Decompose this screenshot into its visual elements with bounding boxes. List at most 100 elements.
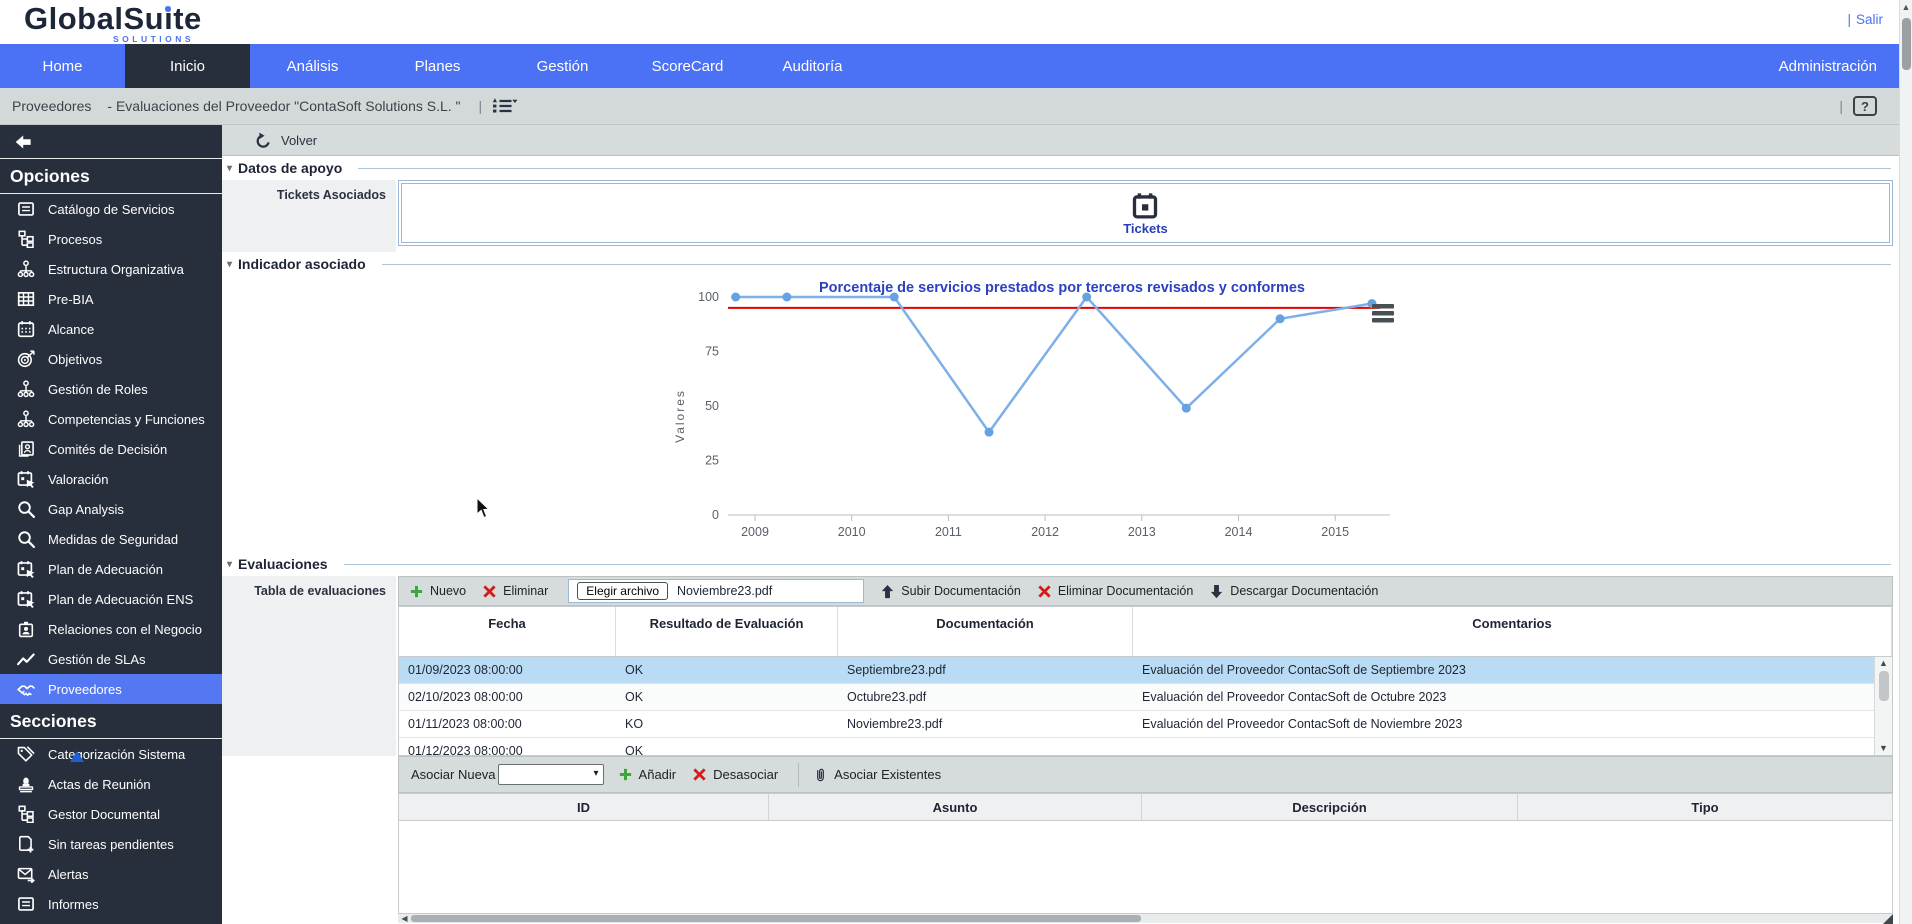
- nav-home[interactable]: Home: [0, 44, 125, 88]
- scroll-down-icon[interactable]: ▼: [1879, 743, 1888, 754]
- logout-link[interactable]: | Salir: [1847, 12, 1883, 27]
- sidebar-item-informes[interactable]: Informes: [0, 889, 222, 919]
- tickets-button[interactable]: Tickets: [1123, 191, 1168, 236]
- sidebar-item-comites-de-decision[interactable]: Comités de Decisión: [0, 434, 222, 464]
- sidebar-item-alcance[interactable]: Alcance: [0, 314, 222, 344]
- sidebar-item-label: Proveedores: [48, 681, 122, 697]
- evaluaciones-toolbar: Nuevo Eliminar Elegir archivo Noviembre2…: [398, 576, 1893, 606]
- scroll-up-icon[interactable]: ▲: [1879, 658, 1888, 669]
- scrollbar-thumb[interactable]: [411, 915, 1141, 922]
- column-header-comentarios: Comentarios: [1133, 607, 1892, 656]
- sidebar-item-alertas[interactable]: Alertas: [0, 859, 222, 889]
- eliminar-button[interactable]: Eliminar: [482, 584, 548, 599]
- anadir-label: Añadir: [638, 767, 677, 782]
- chart-menu-icon[interactable]: [1372, 304, 1394, 309]
- volver-button[interactable]: Volver: [255, 132, 317, 149]
- sidebar-item-relaciones-con-el-negocio[interactable]: Relaciones con el Negocio: [0, 614, 222, 644]
- sidebar-item-actas-de-reunion[interactable]: Actas de Reunión: [0, 769, 222, 799]
- top-header: GlobalSuıte SOLUTIONS | Salir: [0, 0, 1899, 44]
- x-icon: [692, 767, 707, 782]
- sidebar-item-medidas-de-seguridad[interactable]: Medidas de Seguridad: [0, 524, 222, 554]
- table-row[interactable]: 01/12/2023 08:00:00 OK: [399, 738, 1874, 755]
- anadir-button[interactable]: Añadir: [618, 767, 677, 782]
- scroll-up-icon[interactable]: ▲: [1900, 0, 1912, 14]
- sidebar-item-procesos[interactable]: Procesos: [0, 224, 222, 254]
- desasociar-button[interactable]: Desasociar: [692, 767, 778, 782]
- elegir-archivo-button[interactable]: Elegir archivo: [577, 582, 668, 600]
- sidebar-item-gestor-documental[interactable]: Gestor Documental: [0, 799, 222, 829]
- subir-documentacion-button[interactable]: Subir Documentación: [880, 584, 1021, 599]
- scrollbar-thumb[interactable]: [1902, 18, 1911, 70]
- salidas-table-header: ID Asunto Descripción Tipo: [398, 793, 1893, 821]
- page-vertical-scrollbar[interactable]: ▲: [1899, 0, 1912, 924]
- sidebar-item-gestion-de-slas[interactable]: Gestión de SLAs: [0, 644, 222, 674]
- sidebar-item-pre-bia[interactable]: Pre-BIA: [0, 284, 222, 314]
- chart-menu-icon[interactable]: [1372, 318, 1394, 323]
- badge-person-icon: [17, 620, 35, 638]
- svg-text:2012: 2012: [1031, 525, 1059, 539]
- breadcrumb-root[interactable]: Proveedores: [12, 98, 91, 114]
- section-indicador-asociado[interactable]: ▾ Indicador asociado: [222, 252, 1899, 276]
- nav-auditoria[interactable]: Auditoría: [750, 44, 875, 88]
- section-rule: [358, 167, 1891, 169]
- svg-text:2013: 2013: [1128, 525, 1156, 539]
- sidebar-item-categorizacion-sistema[interactable]: Categorización Sistema: [0, 739, 222, 769]
- sidebar-item-sin-tareas-pendientes[interactable]: Sin tareas pendientes: [0, 829, 222, 859]
- sidebar-item-competencias-y-funciones[interactable]: Competencias y Funciones: [0, 404, 222, 434]
- scroll-left-icon[interactable]: ◀: [398, 914, 411, 923]
- sidebar: Opciones Catálogo de Servicios Procesos …: [0, 125, 222, 924]
- org-people-icon: [17, 260, 35, 278]
- help-icon[interactable]: ?: [1853, 96, 1877, 116]
- volver-label: Volver: [281, 132, 318, 148]
- chart-menu-icon[interactable]: [1372, 311, 1394, 316]
- table-vertical-scrollbar[interactable]: ▲ ▼: [1874, 657, 1892, 755]
- asociar-existentes-button[interactable]: Asociar Existentes: [813, 767, 941, 782]
- section-datos-de-apoyo[interactable]: ▾ Datos de apoyo: [222, 156, 1899, 180]
- section-title: Datos de apoyo: [238, 160, 343, 176]
- globalsuite-logo: GlobalSuıte: [24, 1, 202, 37]
- sidebar-item-plan-de-adecuacion[interactable]: Plan de Adecuación: [0, 554, 222, 584]
- nav-scorecard[interactable]: ScoreCard: [625, 44, 750, 88]
- logout-label[interactable]: Salir: [1856, 12, 1883, 27]
- toolbar-divider: [798, 762, 800, 787]
- table-row[interactable]: 01/09/2023 08:00:00 OK Septiembre23.pdf …: [399, 657, 1874, 684]
- sidebar-item-estructura-organizativa[interactable]: Estructura Organizativa: [0, 254, 222, 284]
- nav-gestion[interactable]: Gestión: [500, 44, 625, 88]
- list-options-icon[interactable]: [492, 97, 518, 115]
- nuevo-button[interactable]: Nuevo: [409, 584, 466, 599]
- nav-inicio[interactable]: Inicio: [125, 44, 250, 88]
- descargar-documentacion-button[interactable]: Descargar Documentación: [1209, 584, 1378, 599]
- scrollbar-thumb[interactable]: [1878, 671, 1889, 701]
- sidebar-item-label: Actas de Reunión: [48, 776, 151, 792]
- eliminar-documentacion-button[interactable]: Eliminar Documentación: [1037, 584, 1193, 599]
- nav-administracion[interactable]: Administración: [1757, 44, 1899, 88]
- sidebar-back-button[interactable]: [0, 125, 222, 159]
- horizontal-scrollbar[interactable]: ◀: [398, 913, 1893, 924]
- sidebar-item-gap-analysis[interactable]: Gap Analysis: [0, 494, 222, 524]
- desasociar-label: Desasociar: [713, 767, 779, 782]
- table-row[interactable]: 01/11/2023 08:00:00 KO Noviembre23.pdf E…: [399, 711, 1874, 738]
- svg-text:2015: 2015: [1321, 525, 1349, 539]
- table-row[interactable]: 02/10/2023 08:00:00 OK Octubre23.pdf Eva…: [399, 684, 1874, 711]
- handshake-icon: [17, 680, 35, 698]
- file-input[interactable]: Elegir archivo Noviembre23.pdf: [568, 579, 865, 603]
- sidebar-item-label: Alcance: [48, 321, 95, 337]
- asociar-nueva-select[interactable]: [497, 764, 604, 785]
- sidebar-item-objetivos[interactable]: Objetivos: [0, 344, 222, 374]
- breadcrumb-bar: Proveedores - Evaluaciones del Proveedor…: [0, 88, 1899, 125]
- nav-analisis[interactable]: Análisis: [250, 44, 375, 88]
- back-arrow-icon: [12, 133, 34, 151]
- sidebar-item-valoracion[interactable]: Valoración: [0, 464, 222, 494]
- sidebar-item-label: Objetivos: [48, 351, 103, 367]
- section-evaluaciones[interactable]: ▾ Evaluaciones: [222, 552, 1899, 576]
- sidebar-item-gestion-de-roles[interactable]: Gestión de Roles: [0, 374, 222, 404]
- plus-icon: [409, 584, 424, 599]
- nav-planes[interactable]: Planes: [375, 44, 500, 88]
- x-icon: [482, 584, 497, 599]
- sidebar-item-catalogo-de-servicios[interactable]: Catálogo de Servicios: [0, 194, 222, 224]
- eliminar-doc-label: Eliminar Documentación: [1057, 584, 1194, 598]
- sidebar-item-plan-de-adecuacion-ens[interactable]: Plan de Adecuación ENS: [0, 584, 222, 614]
- sidebar-item-proveedores[interactable]: Proveedores: [0, 674, 222, 704]
- svg-text:100: 100: [698, 290, 719, 304]
- asociar-nueva-select-wrap: [497, 764, 604, 785]
